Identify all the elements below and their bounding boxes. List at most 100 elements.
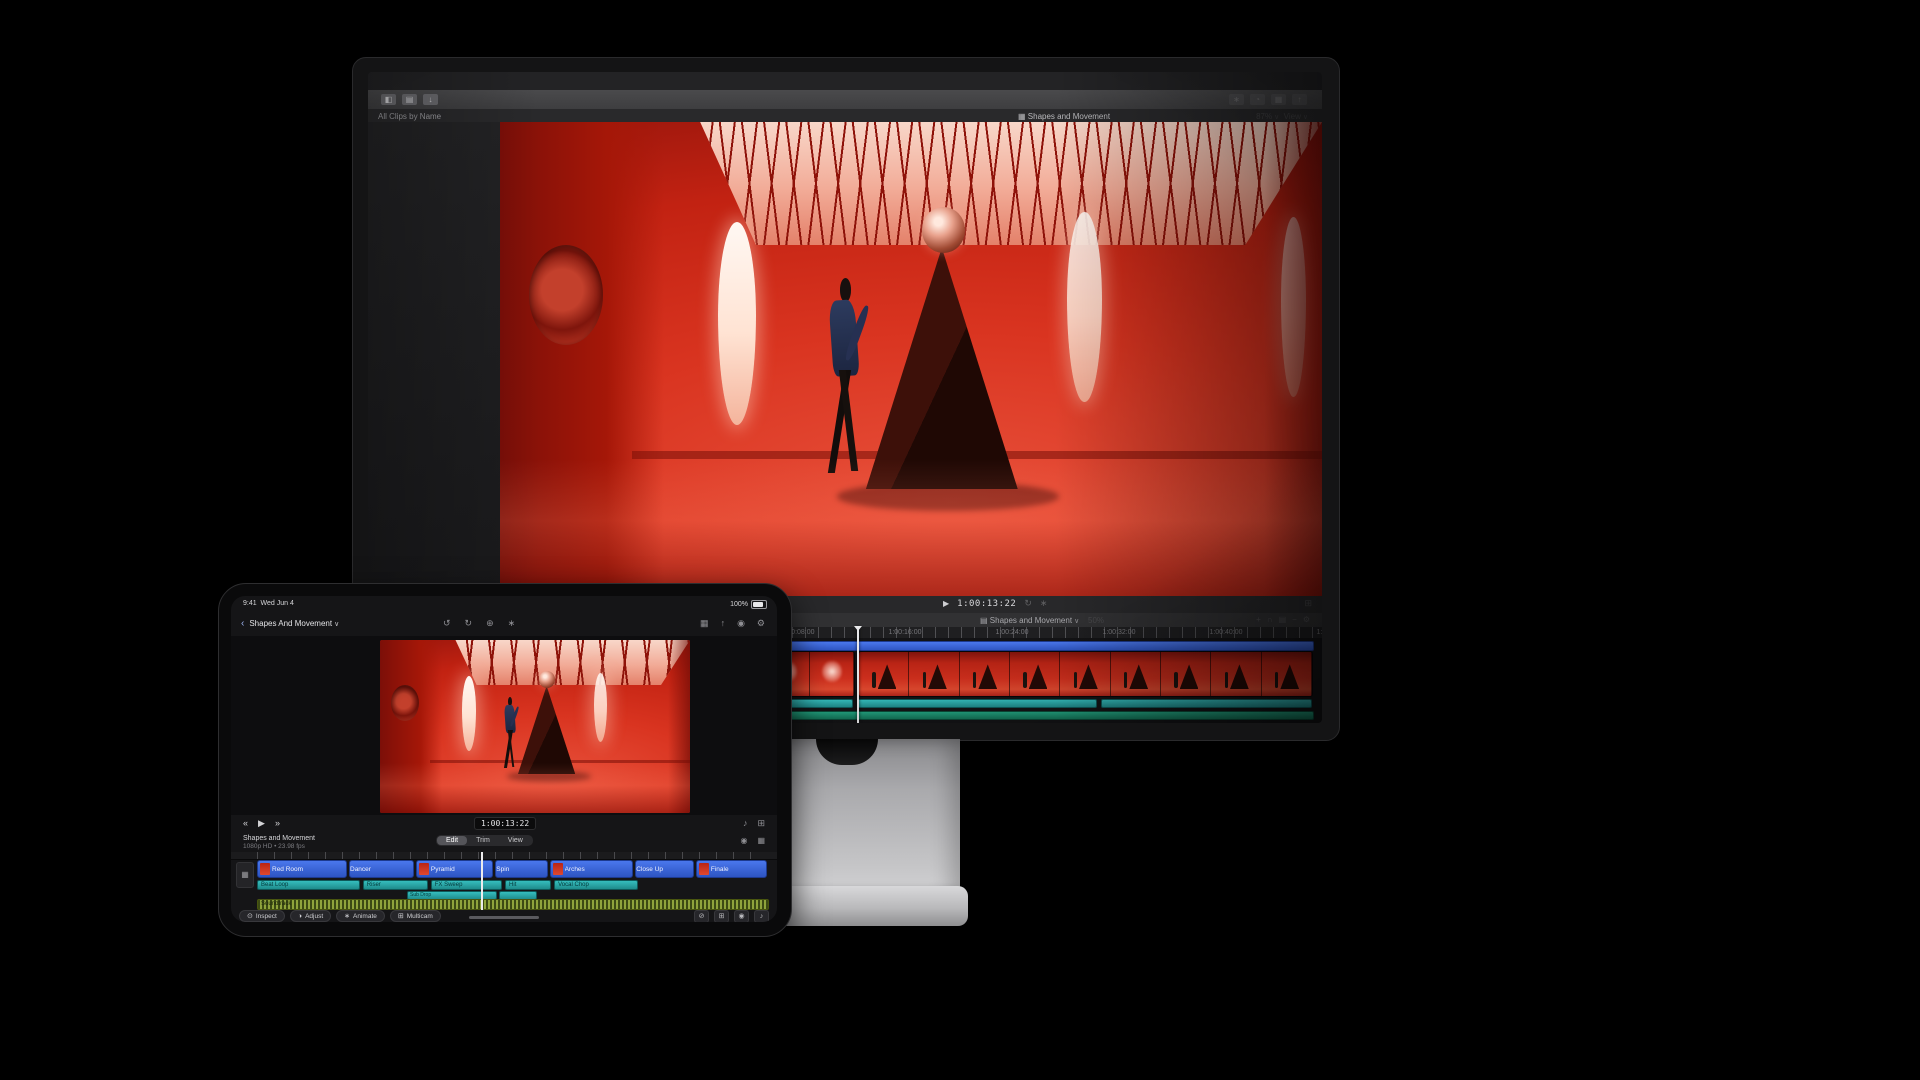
video-clip-2[interactable] <box>858 651 1313 697</box>
snapping-icon[interactable]: ∩ <box>1267 615 1273 624</box>
ipad-timeline-ruler[interactable] <box>231 852 777 860</box>
ipad-transport-left-icons: « ▶ » <box>243 818 280 829</box>
camera-icon[interactable]: ◉ <box>734 910 749 922</box>
status-time-date: 9:41 Wed Jun 4 <box>243 600 294 607</box>
viewer-layout-icon[interactable]: ▦ <box>1271 94 1286 105</box>
background-tasks-icon[interactable]: ◔ <box>1250 94 1265 105</box>
viewer-view-menu: View <box>1284 112 1301 121</box>
ipad-video-clip[interactable]: Spin <box>495 860 547 878</box>
multicam-button[interactable]: ⊞Multicam <box>390 910 441 922</box>
share-icon[interactable]: ↑ <box>1292 94 1307 105</box>
segment-view[interactable]: View <box>499 836 532 845</box>
arch-window-left <box>718 222 756 426</box>
ruler-label: 1:00:16:00 <box>888 629 921 636</box>
keyword-icon[interactable]: ∗ <box>1229 94 1244 105</box>
play-button[interactable]: ▶ <box>943 599 949 608</box>
enhance-icon[interactable]: ∗ <box>508 618 516 629</box>
ipad-video-clip[interactable]: Red Room <box>257 860 347 878</box>
loop-icon[interactable]: ↻ <box>1024 598 1032 609</box>
ipad-track-header[interactable]: ▦ <box>236 862 254 888</box>
adjust-icon[interactable]: ◑ <box>298 913 302 920</box>
ruler-label: 1:00:24:00 <box>995 629 1028 636</box>
import-icon[interactable]: ↓ <box>423 94 438 105</box>
ipad-audio-clip[interactable]: Beat Loop <box>257 880 360 890</box>
ipad-video-clip[interactable]: Dancer <box>349 860 414 878</box>
ipad-video-clip[interactable]: Arches <box>550 860 634 878</box>
eye-icon[interactable]: ◉ <box>740 836 747 845</box>
project-title-button[interactable]: Shapes And Movement∨ <box>249 619 339 628</box>
ipad-transport-right-icons: ♪⊞ <box>743 818 765 829</box>
ipad-transport-bar: «▶» 1:00:13:22 ♪⊞ <box>231 815 777 833</box>
mic-icon[interactable]: ♪ <box>754 910 769 922</box>
ipad-playhead[interactable] <box>481 852 483 910</box>
skimmer-icon[interactable]: ∗ <box>1040 598 1048 609</box>
skip-back-icon[interactable]: « <box>243 818 248 829</box>
multicam-icon[interactable]: ⊞ <box>398 912 404 920</box>
undo-icon[interactable]: ↺ <box>443 618 451 629</box>
camera-icon[interactable]: ◉ <box>737 618 745 629</box>
layout-icon[interactable]: ▦ <box>700 618 709 629</box>
viewer-timecode[interactable]: 1:00:13:22 <box>957 599 1016 609</box>
segment-edit[interactable]: Edit <box>437 836 467 845</box>
ipad-music-track[interactable]: Soundtrack <box>257 899 769 910</box>
tools-icon[interactable]: + <box>1256 615 1261 624</box>
settings-icon[interactable]: ⚙ <box>757 618 765 629</box>
animate-icon[interactable]: ∗ <box>344 912 350 920</box>
film-frame[interactable] <box>1111 652 1161 696</box>
sidebar-icon[interactable]: ◧ <box>381 94 396 105</box>
redo-icon[interactable]: ↻ <box>465 618 473 629</box>
back-button[interactable]: ‹ <box>241 618 244 629</box>
film-frame[interactable] <box>1161 652 1211 696</box>
film-frame[interactable] <box>810 652 855 696</box>
fullscreen-icon[interactable]: ⊞ <box>757 818 765 829</box>
ipad-audio-clip[interactable]: Vocal Chop <box>554 880 638 890</box>
ipad-timecode[interactable]: 1:00:13:22 <box>474 817 536 830</box>
ipad-audio-clip[interactable]: FX Sweep <box>431 880 502 890</box>
ipad-segmented-control: EditTrimView <box>436 835 533 846</box>
film-frame[interactable] <box>909 652 959 696</box>
film-frame[interactable] <box>1010 652 1060 696</box>
film-frame[interactable] <box>960 652 1010 696</box>
inspect-button[interactable]: ⊙Inspect <box>239 910 285 922</box>
adjust-button[interactable]: ◑Adjust <box>290 910 331 922</box>
settings-icon[interactable]: ⚙ <box>1303 615 1310 624</box>
playhead[interactable] <box>857 626 859 723</box>
inspect-icon[interactable]: ⊙ <box>247 912 253 920</box>
timeline-title[interactable]: ▤ Shapes and Movement∨ <box>980 616 1079 625</box>
viewer-options[interactable]: 87%∨ View∨ <box>1256 112 1308 121</box>
duplicate-icon[interactable]: ⊞ <box>714 910 729 922</box>
ipad-audio-clip[interactable]: Hit <box>505 880 551 890</box>
home-indicator[interactable] <box>469 916 539 919</box>
segment-trim[interactable]: Trim <box>467 836 499 845</box>
ipad-info-icons: ◉▦ <box>740 836 765 845</box>
audio-clip[interactable] <box>857 699 1096 708</box>
libraries-icon[interactable]: ▤ <box>402 94 417 105</box>
ipad-audio-clip[interactable]: Riser <box>363 880 428 890</box>
browser-filter[interactable]: All Clips by Name <box>378 112 441 121</box>
monitor-toolbar-left: ◧ ▤ ↓ <box>378 94 441 105</box>
audio-icon[interactable]: ♪ <box>743 818 748 829</box>
grid-icon[interactable]: ▦ <box>757 836 765 845</box>
film-frame[interactable] <box>1262 652 1312 696</box>
zoom-icon[interactable]: ⊕ <box>486 618 494 629</box>
window-top-strip <box>368 72 1322 90</box>
share-icon[interactable]: ↑ <box>721 618 726 629</box>
film-frame[interactable] <box>1211 652 1261 696</box>
ipad-project-meta: 1080p HD • 23.98 fps <box>243 843 305 850</box>
audio-clip[interactable] <box>1101 699 1313 708</box>
browser-panel[interactable] <box>368 122 500 596</box>
film-frame[interactable] <box>1060 652 1110 696</box>
ipad-video-clip[interactable]: Close Up <box>635 860 694 878</box>
fullscreen-icon[interactable]: ⊞ <box>1304 598 1312 609</box>
trash-icon[interactable]: ⊘ <box>694 910 709 922</box>
timeline-zoom-label[interactable]: 50% <box>1088 616 1104 625</box>
play-icon[interactable]: ▶ <box>258 818 265 829</box>
clip-label: Spin <box>496 866 509 873</box>
animate-button[interactable]: ∗Animate <box>336 910 385 922</box>
appearance-icon[interactable]: ▤ <box>1279 615 1287 624</box>
skip-forward-icon[interactable]: » <box>275 818 280 829</box>
ipad-video-clip[interactable]: Finale <box>696 860 767 878</box>
film-frame[interactable] <box>859 652 909 696</box>
ipad-toolbar-center-icons: ↺ ↻ ⊕ ∗ <box>443 618 515 629</box>
zoom-out-icon[interactable]: − <box>1292 615 1297 624</box>
